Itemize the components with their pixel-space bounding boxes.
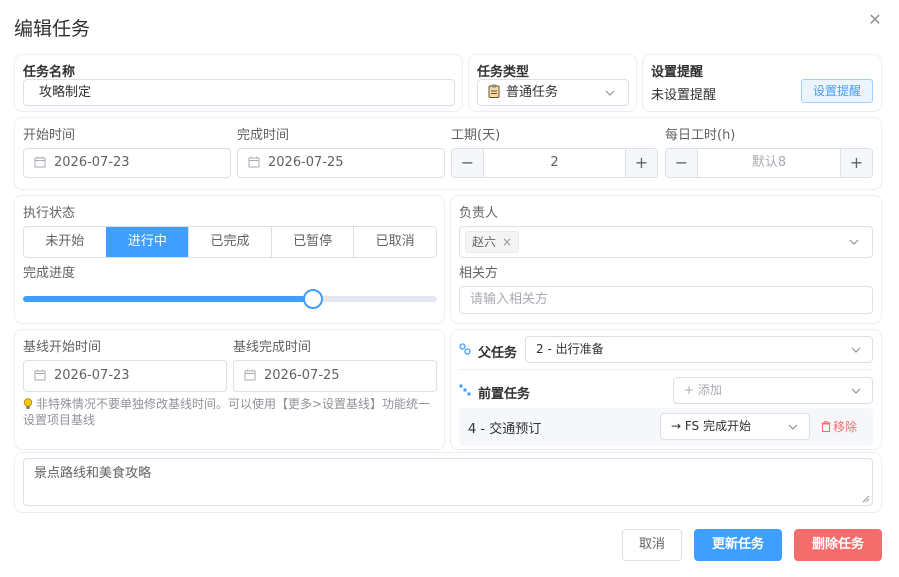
chevron-down-icon <box>849 239 859 245</box>
duration-value[interactable]: 2 <box>484 149 625 177</box>
duration-stepper: − 2 + <box>451 148 658 178</box>
task-name-value: 攻略制定 <box>39 85 92 100</box>
status-segmented-control: 未开始 进行中 已完成 已暂停 已取消 <box>23 226 437 258</box>
owner-tag-label: 赵六 <box>472 235 497 249</box>
status-option-paused[interactable]: 已暂停 <box>270 227 354 257</box>
remove-predecessor-button[interactable]: 移除 <box>821 418 857 435</box>
parent-task-label: 父任务 <box>478 346 518 361</box>
duration-decrement-button[interactable]: − <box>452 149 484 177</box>
dependency-type-select[interactable]: → FS 完成开始 <box>660 413 810 440</box>
predecessor-row: 4 - 交通预订 → FS 完成开始 移除 <box>459 408 873 446</box>
tag-close-icon[interactable]: × <box>502 235 512 249</box>
cancel-button[interactable]: 取消 <box>622 529 682 561</box>
delete-task-button[interactable]: 删除任务 <box>794 529 882 561</box>
daily-hours-decrement-button[interactable]: − <box>666 149 698 177</box>
duration-label: 工期(天) <box>451 128 501 143</box>
reminder-status: 未设置提醒 <box>651 88 717 103</box>
daily-hours-label: 每日工时(h) <box>665 128 736 143</box>
predecessor-label: 前置任务 <box>478 387 531 402</box>
lightbulb-icon <box>23 398 33 409</box>
task-name-input[interactable]: 攻略制定 <box>23 79 455 106</box>
start-time-value: 2026-07-23 <box>54 155 130 170</box>
progress-label: 完成进度 <box>23 266 76 281</box>
parent-task-value: 2 - 出行准备 <box>536 342 604 356</box>
resize-handle-icon[interactable] <box>862 495 870 503</box>
baseline-start-picker[interactable]: 2026-07-23 <box>23 360 227 392</box>
baseline-hint-text: 非特殊情况不要单独修改基线时间。可以使用【更多>设置基线】功能统一设置项目基线 <box>23 397 431 427</box>
owner-tag: 赵六 × <box>465 231 520 253</box>
predecessor-icon <box>459 384 471 400</box>
set-reminder-button[interactable]: 设置提醒 <box>801 79 873 103</box>
status-option-in-progress[interactable]: 进行中 <box>105 227 189 257</box>
dependency-divider <box>459 369 873 370</box>
trash-icon <box>821 421 831 432</box>
description-textarea[interactable]: 景点路线和美食攻略 <box>23 458 873 506</box>
clipboard-icon <box>488 82 500 105</box>
daily-hours-input[interactable]: 默认8 <box>698 149 840 177</box>
add-predecessor-placeholder: + 添加 <box>684 383 722 397</box>
start-time-label: 开始时间 <box>23 128 76 143</box>
baseline-start-value: 2026-07-23 <box>54 368 130 383</box>
related-input[interactable]: 请输入相关方 <box>459 286 873 314</box>
baseline-end-value: 2026-07-25 <box>264 368 340 383</box>
chevron-down-icon <box>851 388 861 394</box>
status-card <box>14 195 445 324</box>
remove-label: 移除 <box>833 420 858 434</box>
parent-task-select[interactable]: 2 - 出行准备 <box>525 336 873 363</box>
progress-slider[interactable] <box>23 289 437 309</box>
description-value: 景点路线和美食攻略 <box>34 466 152 481</box>
predecessor-name: 4 - 交通预订 <box>468 422 542 437</box>
end-time-value: 2026-07-25 <box>268 155 344 170</box>
related-placeholder: 请输入相关方 <box>470 292 549 307</box>
owner-select[interactable] <box>459 226 873 258</box>
chevron-down-icon <box>605 90 615 96</box>
task-name-label: 任务名称 <box>23 65 76 80</box>
reminder-label: 设置提醒 <box>651 65 704 80</box>
end-time-picker[interactable]: 2026-07-25 <box>237 148 445 178</box>
calendar-icon <box>34 369 46 380</box>
start-time-picker[interactable]: 2026-07-23 <box>23 148 231 178</box>
baseline-hint: 非特殊情况不要单独修改基线时间。可以使用【更多>设置基线】功能统一设置项目基线 <box>23 396 437 428</box>
task-type-label: 任务类型 <box>477 65 530 80</box>
end-time-label: 完成时间 <box>237 128 290 143</box>
parent-task-icon <box>459 343 471 359</box>
status-option-completed[interactable]: 已完成 <box>188 227 271 257</box>
task-type-select[interactable]: 普通任务 <box>477 79 629 106</box>
add-predecessor-select[interactable]: + 添加 <box>673 377 873 404</box>
duration-increment-button[interactable]: + <box>625 149 657 177</box>
progress-slider-fill <box>23 296 313 302</box>
update-task-button[interactable]: 更新任务 <box>694 529 782 561</box>
daily-hours-stepper: − 默认8 + <box>665 148 873 178</box>
task-type-value: 普通任务 <box>506 85 559 100</box>
dependency-type-value: → FS 完成开始 <box>671 419 751 433</box>
calendar-icon <box>244 369 256 380</box>
progress-slider-handle[interactable] <box>302 289 323 309</box>
status-option-not-started[interactable]: 未开始 <box>24 227 106 257</box>
daily-hours-increment-button[interactable]: + <box>840 149 872 177</box>
dialog-title: 编辑任务 <box>14 18 91 40</box>
close-icon[interactable]: ✕ <box>866 11 884 29</box>
calendar-icon <box>248 156 260 167</box>
status-option-cancelled[interactable]: 已取消 <box>353 227 436 257</box>
related-label: 相关方 <box>459 266 499 281</box>
status-label: 执行状态 <box>23 206 76 221</box>
baseline-end-picker[interactable]: 2026-07-25 <box>233 360 437 392</box>
baseline-start-label: 基线开始时间 <box>23 340 102 355</box>
baseline-end-label: 基线完成时间 <box>233 340 312 355</box>
chevron-down-icon <box>788 424 798 430</box>
owner-label: 负责人 <box>459 206 499 221</box>
chevron-down-icon <box>851 347 861 353</box>
calendar-icon <box>34 156 46 167</box>
